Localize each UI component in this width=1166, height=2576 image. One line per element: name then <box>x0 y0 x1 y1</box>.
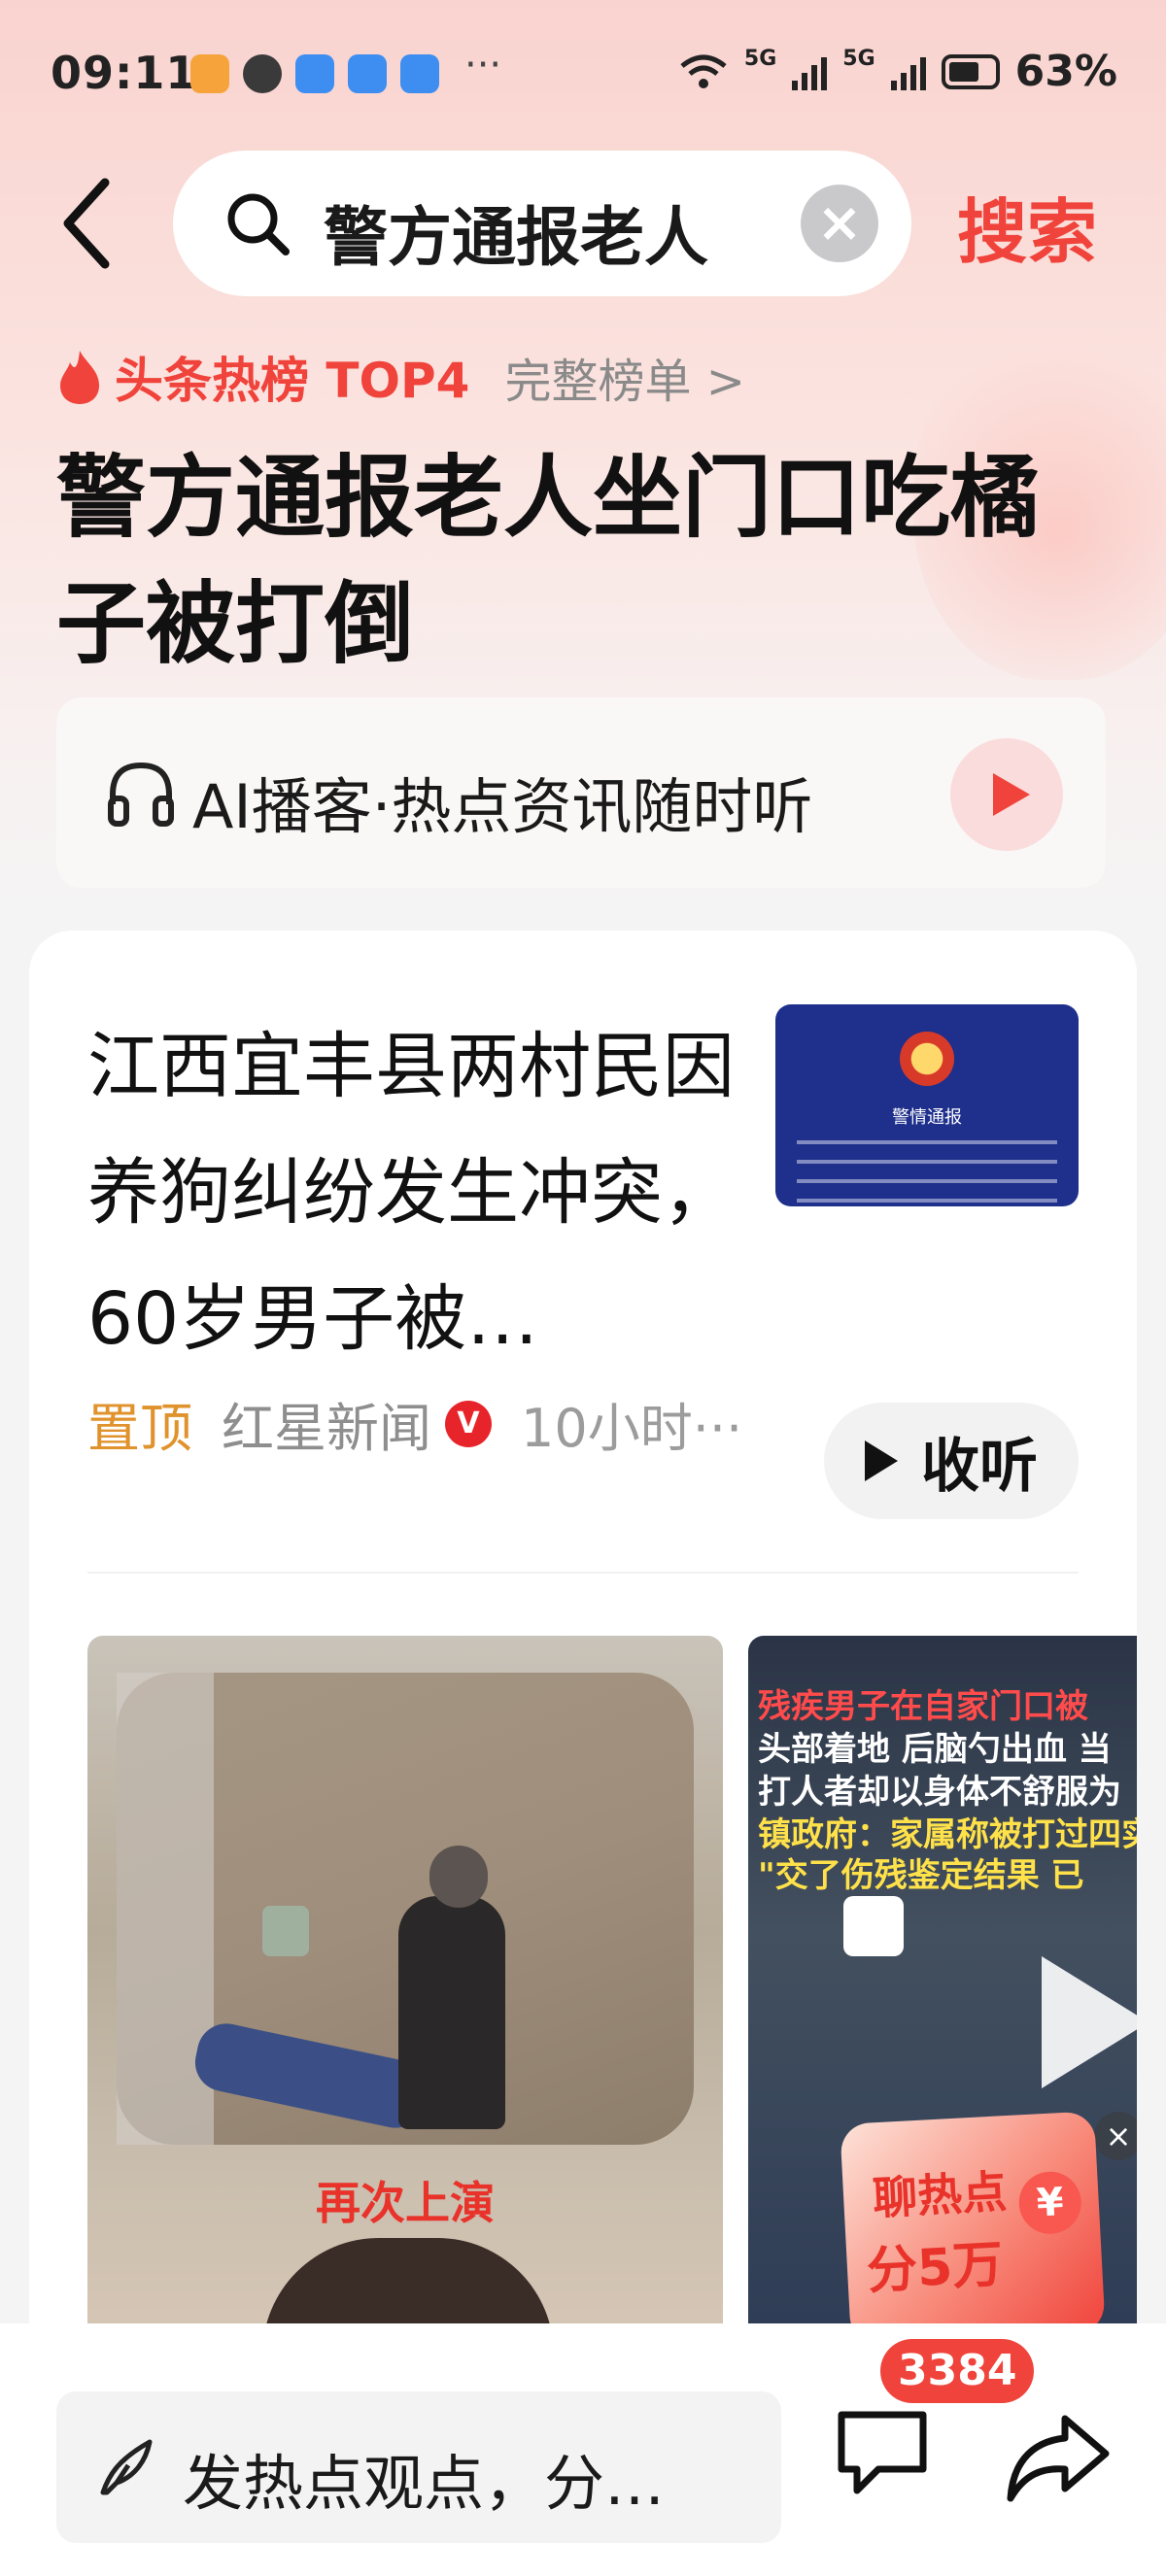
article-age: 10小时··· <box>521 1398 743 1459</box>
search-result-page: 09:11 ··· 5G 5G 63% 警方通报老人 × 搜索 头条热榜 TOP… <box>0 0 1166 2576</box>
comment-icon[interactable] <box>832 2405 933 2502</box>
channel-logo-icon <box>843 1896 904 1956</box>
reward-line-1: 聊热点 <box>871 2165 1009 2225</box>
pinned-tag: 置顶 <box>87 1398 192 1459</box>
video-overlay-text: 残疾男子在自家门口被 <box>758 1687 1088 1726</box>
search-query[interactable]: 警方通报老人 <box>324 186 708 279</box>
video-scene <box>189 2017 432 2134</box>
comment-placeholder: 发热点观点，分… <box>183 2448 666 2519</box>
full-list-link[interactable]: 完整榜单 > <box>504 343 744 411</box>
status-more-dots: ··· <box>464 43 502 87</box>
notification-app-icon <box>190 54 229 93</box>
play-icon <box>865 1441 898 1481</box>
coin-icon: ¥ <box>1017 2170 1083 2236</box>
video-scene <box>398 1896 505 2129</box>
play-icon[interactable] <box>1042 1956 1137 2088</box>
thumbnail-text-line <box>797 1140 1057 1144</box>
headphones-icon <box>108 762 174 827</box>
search-icon <box>227 193 290 255</box>
status-time: 09:11 <box>51 47 198 99</box>
search-input[interactable]: 警方通报老人 × <box>173 151 911 296</box>
video-frame <box>117 1673 694 2145</box>
video-overlay-text: 头部着地 后脑勺出血 当 <box>758 1730 1112 1769</box>
hot-rank-row: 头条热榜 TOP4 完整榜单 > <box>56 342 745 412</box>
podcast-label: AI播客·热点资讯随时听 <box>192 771 813 842</box>
thumbnail-title: 警情通报 <box>892 1107 962 1128</box>
signal-icon <box>890 53 926 90</box>
signal-icon <box>792 53 828 90</box>
video-overlay-text: "交了伤残鉴定结果 已 <box>758 1856 1084 1895</box>
thumbnail-text-line <box>797 1179 1057 1183</box>
status-indicators: 5G 5G 63% <box>678 47 1117 96</box>
search-button[interactable]: 搜索 <box>957 175 1097 277</box>
notification-app-icon <box>400 54 439 93</box>
network-type: 5G <box>743 47 777 71</box>
wifi-icon <box>680 54 727 88</box>
battery-icon <box>941 53 1000 89</box>
pen-icon <box>100 2439 153 2495</box>
video-scene <box>262 1906 309 1956</box>
bottom-bar: 发热点观点，分… 3384 <box>0 2323 1166 2576</box>
clear-icon[interactable]: × <box>801 185 878 262</box>
hot-rank-label[interactable]: 头条热榜 TOP4 <box>115 342 469 412</box>
article-title[interactable]: 江西宜丰县两村民因养狗纠纷发生冲突，60岁男子被… <box>87 1003 748 1382</box>
network-type: 5G <box>842 47 875 71</box>
reward-widget[interactable]: 聊热点 分5万 ¥ <box>840 2111 1106 2346</box>
article-thumbnail[interactable]: 警情通报 <box>775 1004 1079 1206</box>
video-caption: 再次上演 <box>316 2177 495 2229</box>
comment-input[interactable]: 发热点观点，分… <box>56 2391 781 2543</box>
play-icon[interactable] <box>950 738 1063 851</box>
notification-app-icon <box>348 54 387 93</box>
flame-icon <box>60 351 99 404</box>
back-icon[interactable] <box>56 175 115 272</box>
hot-topic-headline[interactable]: 警方通报老人坐门口吃橘子被打倒 <box>56 435 1125 688</box>
status-bar: 09:11 ··· 5G 5G 63% <box>0 0 1166 146</box>
wechat-icon <box>243 54 282 93</box>
share-icon[interactable] <box>1005 2411 1112 2504</box>
notification-app-icon <box>295 54 334 93</box>
listen-label: 收听 <box>921 1432 1038 1501</box>
video-overlay-text: 镇政府：家属称被打过四实 <box>758 1815 1137 1854</box>
article-meta: 置顶 红星新闻 V 10小时··· <box>87 1385 742 1462</box>
battery-percent: 63% <box>1014 47 1117 96</box>
ai-podcast-bar[interactable]: AI播客·热点资讯随时听 <box>56 697 1106 888</box>
video-overlay-text: 打人者却以身体不舒服为 <box>758 1773 1121 1812</box>
article-source[interactable]: 红星新闻 <box>222 1385 431 1462</box>
video-thumbnail[interactable]: 再次上演 <box>87 1636 723 2374</box>
close-icon[interactable]: × <box>1094 2112 1137 2160</box>
reward-line-2: 分5万 <box>865 2235 1005 2301</box>
listen-button[interactable]: 收听 <box>824 1403 1079 1519</box>
verified-icon: V <box>445 1400 492 1447</box>
thumbnail-text-line <box>797 1160 1057 1164</box>
comment-count-badge: 3384 <box>880 2339 1035 2403</box>
video-scene <box>429 1846 488 1908</box>
police-emblem-icon <box>900 1032 954 1086</box>
thumbnail-text-line <box>797 1199 1057 1203</box>
divider <box>87 1572 1079 1574</box>
